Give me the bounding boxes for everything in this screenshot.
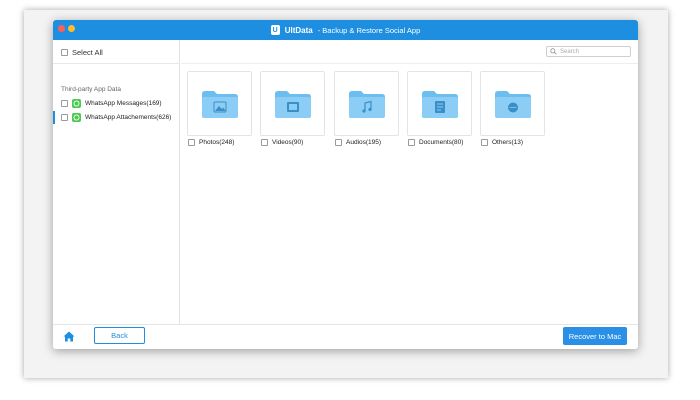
document-folder-icon [421, 90, 458, 118]
sidebar: Select All Third-party App Data WhatsApp… [53, 40, 180, 324]
category-checkbox[interactable] [481, 139, 488, 146]
select-all-row[interactable]: Select All [61, 48, 103, 57]
close-window-button[interactable] [58, 25, 65, 32]
window-title-text: - Backup & Restore Social App [317, 25, 421, 35]
sidebar-item-whatsapp-attachments[interactable]: WhatsApp Attachements(626) [53, 111, 180, 124]
image-folder-icon [201, 90, 238, 118]
title-bar: U UltData - Backup & Restore Social App [53, 20, 638, 40]
category-label-documents[interactable]: Documents(80) [408, 139, 463, 146]
select-all-checkbox[interactable] [61, 49, 68, 56]
category-label-text: Audios(195) [346, 139, 382, 146]
category-label-text: Photos(248) [199, 139, 235, 146]
search-icon [550, 48, 557, 55]
search-placeholder: Search [560, 48, 580, 55]
category-tile-videos[interactable] [260, 71, 325, 136]
content-divider [181, 63, 638, 64]
sidebar-item-label: WhatsApp Attachements(626) [85, 114, 172, 121]
whatsapp-icon [72, 99, 81, 108]
category-label-audios[interactable]: Audios(195) [335, 139, 381, 146]
recover-to-mac-button[interactable]: Recover to Mac [563, 327, 627, 345]
category-tile-audios[interactable] [334, 71, 399, 136]
sidebar-divider [53, 63, 180, 64]
category-label-text: Others(13) [492, 139, 524, 146]
category-label-others[interactable]: Others(13) [481, 139, 523, 146]
category-label-photos[interactable]: Photos(248) [188, 139, 234, 146]
sidebar-item-whatsapp-messages[interactable]: WhatsApp Messages(169) [53, 97, 180, 110]
category-checkbox[interactable] [335, 139, 342, 146]
category-tile-others[interactable] [480, 71, 545, 136]
sidebar-item-checkbox[interactable] [61, 114, 68, 121]
search-input[interactable]: Search [546, 46, 631, 57]
category-checkbox[interactable] [188, 139, 195, 146]
window-title: U UltData - Backup & Restore Social App [270, 25, 421, 35]
sidebar-item-label: WhatsApp Messages(169) [85, 100, 162, 107]
app-window: U UltData - Backup & Restore Social App … [53, 20, 638, 349]
ultdata-logo-icon: U [270, 25, 280, 35]
sidebar-item-checkbox[interactable] [61, 100, 68, 107]
home-icon[interactable] [63, 331, 75, 342]
video-folder-icon [274, 90, 311, 118]
category-checkbox[interactable] [408, 139, 415, 146]
select-all-label: Select All [72, 48, 103, 57]
sidebar-section-title: Third-party App Data [61, 86, 121, 93]
category-label-text: Documents(80) [419, 139, 464, 146]
category-checkbox[interactable] [261, 139, 268, 146]
category-tile-photos[interactable] [187, 71, 252, 136]
minimize-window-button[interactable] [68, 25, 75, 32]
back-button[interactable]: Back [94, 327, 145, 344]
whatsapp-icon [72, 113, 81, 122]
category-label-text: Videos(90) [272, 139, 304, 146]
category-label-videos[interactable]: Videos(90) [261, 139, 303, 146]
music-folder-icon [348, 90, 385, 118]
window-controls [58, 25, 75, 32]
app-brand-name: UltData [284, 25, 313, 35]
category-tile-documents[interactable] [407, 71, 472, 136]
other-folder-icon [494, 90, 531, 118]
